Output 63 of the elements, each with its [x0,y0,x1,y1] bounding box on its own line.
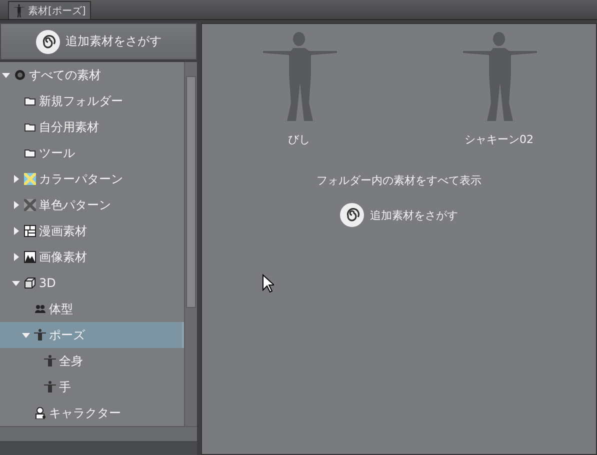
search-materials-button[interactable]: 追加素材をさがす [0,23,197,60]
collapsed-arrow-icon[interactable] [12,253,20,261]
tree-item[interactable]: 漫画素材 [0,218,184,244]
tree-item-label: 漫画素材 [39,222,87,240]
pattern-icon [24,173,36,185]
image-icon [24,251,36,263]
cube-icon [24,277,36,289]
tree-item[interactable]: 3D [0,270,184,296]
figure-icon [44,355,56,367]
collapsed-arrow-icon[interactable] [12,175,20,183]
tab-label: 素材[ポーズ] [28,4,86,18]
cursor-icon [262,274,274,293]
resize-grip[interactable] [0,441,197,455]
tree-item[interactable]: ツール [0,140,184,166]
disc-icon [14,69,26,81]
tree-item-label: 自分用素材 [39,118,99,136]
tree-item-label: キャラクター [49,404,121,422]
tree-item-label: すべての素材 [29,66,101,84]
expanded-arrow-icon[interactable] [2,71,10,79]
tree-item[interactable]: 単色パターン [0,192,184,218]
tree-item[interactable]: すべての素材 [0,62,184,88]
tree-item-label: カラーパターン [39,170,123,188]
tree-item[interactable]: 体型 [0,296,184,322]
tree-item[interactable]: ポーズ [0,322,184,348]
tree-item-label: 画像素材 [39,248,87,266]
expanded-arrow-icon[interactable] [12,279,20,287]
show-all-link[interactable]: フォルダー内の素材をすべて表示 [316,173,482,188]
folder-icon [24,95,36,107]
collapsed-arrow-icon[interactable] [12,201,20,209]
panel-tab[interactable]: 素材[ポーズ] [8,1,91,19]
tree-item-label: 3D [39,276,56,290]
figure-icon [34,329,46,341]
tree-item-label: 単色パターン [39,196,111,214]
vertical-scrollbar[interactable] [184,62,197,426]
character-icon [34,407,46,419]
tree-item[interactable]: 新規フォルダー [0,88,184,114]
collapsed-arrow-icon[interactable] [12,227,20,235]
search-materials-button[interactable]: 追加素材をさがす [334,202,464,228]
material-name[interactable]: シャキーン02 [464,132,534,147]
tree-item-label: 新規フォルダー [39,92,123,110]
tree-item[interactable]: 手 [0,374,184,400]
tree-item-label: 手 [59,378,71,396]
tree-item[interactable]: カラーパターン [0,166,184,192]
tree-item[interactable]: 全身 [0,348,184,374]
horizontal-scrollbar[interactable] [0,426,197,441]
tree-item-label: ポーズ [49,326,85,344]
material-name[interactable]: びし [288,132,310,147]
swirl-icon [340,203,364,227]
folder-icon [24,121,36,133]
tree-item[interactable]: キャラクター [0,400,184,426]
tree-item-label: 体型 [49,300,73,318]
pattern-icon [24,199,36,211]
panels-icon [24,225,36,237]
figure-icon [44,381,56,393]
swirl-icon [36,30,60,54]
figure-icon [13,4,25,18]
tree-item[interactable]: 画像素材 [0,244,184,270]
people-icon [34,303,46,315]
tree-item-label: ツール [39,144,75,162]
tree-item-label: 全身 [59,352,83,370]
tree-item[interactable]: 自分用素材 [0,114,184,140]
expanded-arrow-icon[interactable] [22,331,30,339]
folder-icon [24,147,36,159]
